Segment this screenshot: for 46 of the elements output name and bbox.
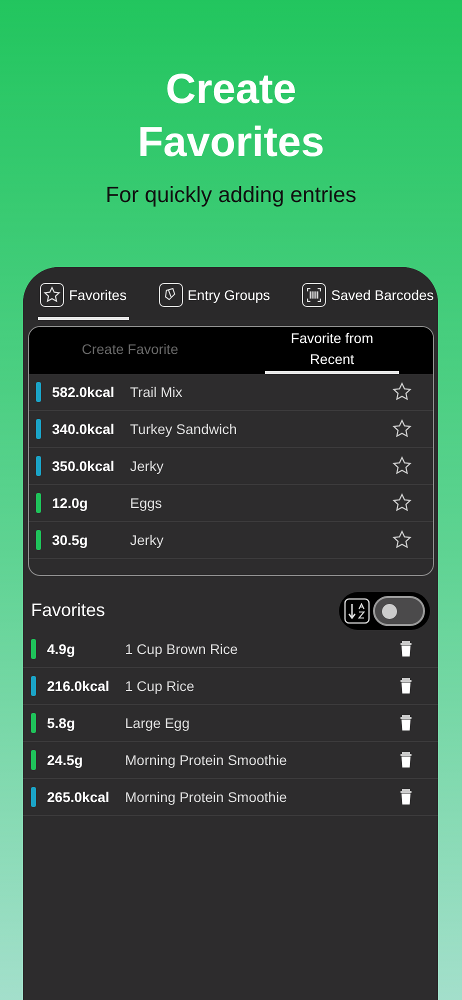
amount-text: 5.8g xyxy=(47,714,76,733)
amount-text: 4.9g xyxy=(47,640,76,659)
star-icon[interactable] xyxy=(392,493,412,513)
amount-text: 30.5g xyxy=(52,530,89,550)
star-icon[interactable] xyxy=(392,382,412,402)
amount-text: 265.0kcal xyxy=(47,788,110,806)
food-name: Morning Protein Smoothie xyxy=(125,788,288,807)
food-name: Jerky xyxy=(130,530,164,550)
food-name: Jerky xyxy=(130,456,164,476)
amount-text: 582.0kcal xyxy=(52,382,116,402)
star-icon[interactable] xyxy=(392,530,412,550)
food-name: 1 Cup Brown Rice xyxy=(125,640,239,659)
section-title: Favorites xyxy=(31,599,106,622)
hero-subtitle: For quickly adding entries xyxy=(104,181,358,209)
hero-title: Create Favorites xyxy=(136,64,326,167)
list-row[interactable]: 12.0g Eggs xyxy=(29,485,433,522)
food-name: Morning Protein Smoothie xyxy=(125,750,288,770)
tab[interactable]: Create Favorite xyxy=(63,327,197,374)
list-row[interactable]: 340.0kcal Turkey Sandwich xyxy=(29,411,433,448)
food-name: Large Egg xyxy=(125,714,191,733)
amount-text: 12.0g xyxy=(52,494,89,513)
toggle-switch[interactable] xyxy=(373,596,425,626)
list-row[interactable]: 582.0kcal Trail Mix xyxy=(29,374,433,411)
list-row[interactable]: 4.9g 1 Cup Brown Rice xyxy=(23,631,438,668)
list-row[interactable]: 350.0kcal Jerky xyxy=(29,448,433,485)
amount-text: 216.0kcal xyxy=(47,676,110,696)
star-icon[interactable] xyxy=(392,456,412,476)
list-row[interactable]: 30.5g Jerky xyxy=(29,522,433,559)
food-name: Eggs xyxy=(130,494,163,513)
tab[interactable]: Favorite from Recent xyxy=(265,327,399,374)
barcode-icon xyxy=(302,283,326,307)
list-row[interactable]: 24.5g Morning Protein Smoothie xyxy=(23,742,438,779)
food-name: Trail Mix xyxy=(130,382,184,402)
food-name: 1 Cup Rice xyxy=(125,676,196,696)
tab[interactable]: Favorites xyxy=(38,283,129,320)
star-icon[interactable] xyxy=(392,419,412,439)
amount-text: 340.0kcal xyxy=(52,420,116,438)
list-row[interactable]: 265.0kcal Morning Protein Smoothie xyxy=(23,779,438,816)
list-row[interactable]: 5.8g Large Egg xyxy=(23,705,438,742)
tab[interactable]: Entry Groups xyxy=(156,283,272,320)
tab[interactable]: Saved Barcodes xyxy=(300,283,436,320)
sort-icon xyxy=(344,598,370,624)
list-row[interactable]: 216.0kcal 1 Cup Rice xyxy=(23,668,438,705)
amount-text: 24.5g xyxy=(47,750,84,770)
amount-text: 350.0kcal xyxy=(52,456,116,476)
food-name: Turkey Sandwich xyxy=(130,420,238,439)
